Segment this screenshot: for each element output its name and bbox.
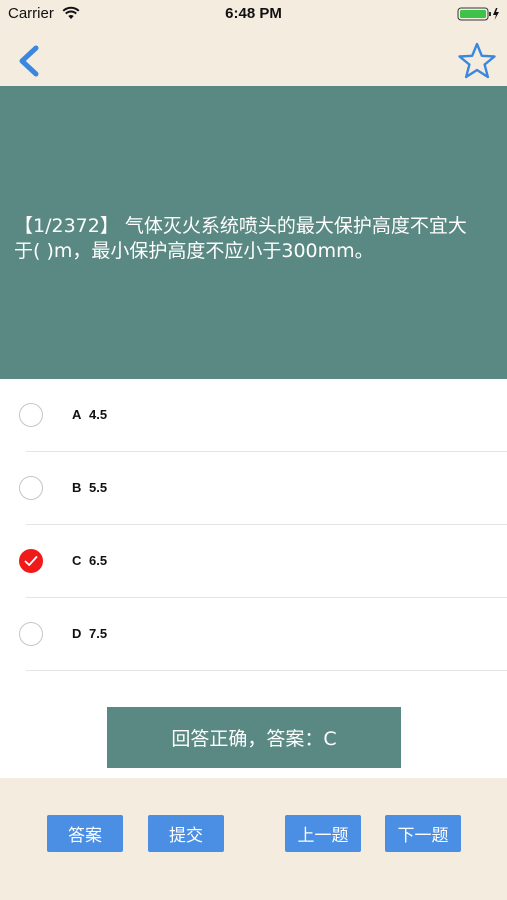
option-value: 7.5 — [89, 626, 108, 641]
star-outline-icon — [458, 42, 496, 79]
answer-button[interactable]: 答案 — [47, 815, 123, 852]
battery-icon — [457, 6, 501, 26]
option-letter: D — [72, 626, 82, 641]
options-list: A 4.5 B 5.5 C 6.5 D 7.5 — [0, 379, 507, 671]
status-time: 6:48 PM — [225, 5, 282, 22]
option-letter: C — [72, 553, 82, 568]
next-question-button[interactable]: 下一题 — [385, 815, 461, 852]
option-c[interactable]: C 6.5 — [0, 525, 507, 598]
bottom-toolbar: 答案 提交 上一题 下一题 — [0, 778, 507, 900]
submit-button[interactable]: 提交 — [148, 815, 224, 852]
nav-bar — [0, 28, 507, 86]
prev-question-button[interactable]: 上一题 — [285, 815, 361, 852]
radio-unchecked-icon[interactable] — [19, 622, 43, 646]
radio-unchecked-icon[interactable] — [19, 403, 43, 427]
favorite-button[interactable] — [457, 42, 497, 80]
option-value: 5.5 — [89, 480, 108, 495]
status-bar: Carrier 6:48 PM — [0, 0, 507, 28]
option-b[interactable]: B 5.5 — [0, 452, 507, 525]
question-text: 【1/2372】 气体灭火系统喷头的最大保护高度不宜大于( )m，最小保护高度不… — [14, 215, 467, 262]
result-banner: 回答正确，答案：C — [107, 707, 401, 768]
option-d[interactable]: D 7.5 — [0, 598, 507, 671]
option-a[interactable]: A 4.5 — [0, 379, 507, 452]
back-button[interactable] — [14, 42, 44, 78]
option-value: 4.5 — [89, 407, 108, 422]
divider — [26, 670, 507, 671]
option-letter: A — [72, 407, 82, 422]
checkmark-icon — [24, 556, 38, 566]
question-panel: 【1/2372】 气体灭火系统喷头的最大保护高度不宜大于( )m，最小保护高度不… — [0, 86, 507, 379]
option-value: 6.5 — [89, 553, 108, 568]
radio-unchecked-icon[interactable] — [19, 476, 43, 500]
chevron-left-icon — [19, 45, 39, 77]
radio-checked-icon[interactable] — [19, 549, 43, 573]
option-letter: B — [72, 480, 82, 495]
